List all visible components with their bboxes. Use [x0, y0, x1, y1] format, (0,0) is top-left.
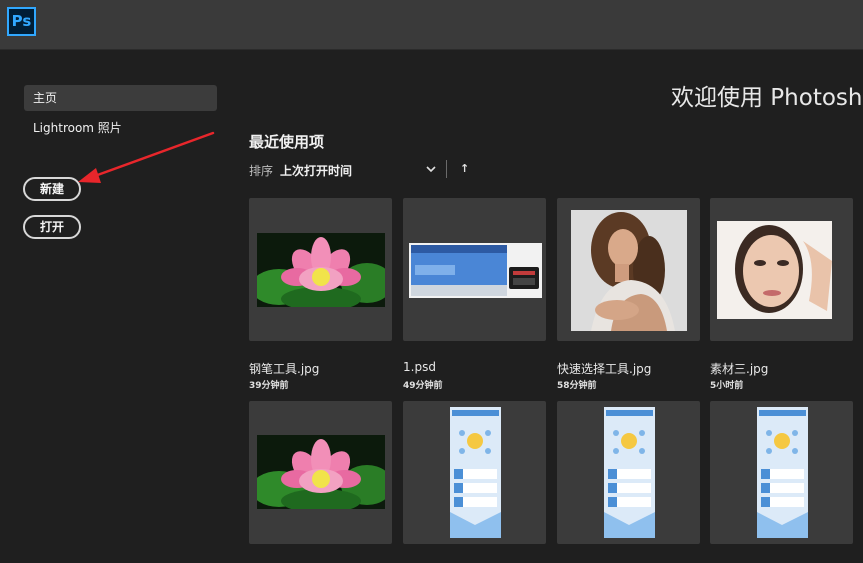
- screen-thumbnail: [409, 243, 542, 298]
- top-bar: Ps: [0, 0, 863, 50]
- sort-direction-arrow-icon[interactable]: ↑: [460, 162, 469, 175]
- welcome-heading: 欢迎使用 Photoshop: [671, 85, 863, 111]
- photoshop-logo: Ps: [7, 7, 36, 36]
- file-time: 5小时前: [710, 381, 744, 391]
- recent-file-tile[interactable]: [403, 198, 546, 341]
- file-name[interactable]: 钢笔工具.jpg: [249, 360, 319, 377]
- file-time: 49分钟前: [403, 381, 443, 391]
- infographic-thumbnail: [604, 407, 655, 538]
- lotus-thumbnail: [257, 435, 385, 509]
- sidebar-item-home[interactable]: 主页: [24, 85, 217, 111]
- infographic-thumbnail: [757, 407, 808, 538]
- recent-file-tile[interactable]: [403, 401, 546, 544]
- sort-divider: [446, 160, 447, 178]
- infographic-thumbnail: [450, 407, 501, 538]
- recent-file-tile[interactable]: [710, 401, 853, 544]
- file-name[interactable]: 快速选择工具.jpg: [557, 360, 651, 377]
- file-name[interactable]: 1.psd: [403, 360, 436, 374]
- new-button[interactable]: 新建: [23, 177, 81, 201]
- file-name[interactable]: 素材三.jpg: [710, 360, 768, 377]
- face-portrait-thumbnail: [717, 221, 832, 319]
- sort-dropdown[interactable]: 上次打开时间: [280, 162, 352, 179]
- open-button[interactable]: 打开: [23, 215, 81, 239]
- recent-file-tile[interactable]: [249, 198, 392, 341]
- recent-file-tile[interactable]: [557, 401, 700, 544]
- chevron-down-icon[interactable]: [426, 165, 436, 173]
- lotus-thumbnail: [257, 233, 385, 307]
- woman-portrait-thumbnail: [571, 210, 687, 331]
- sidebar-item-lightroom[interactable]: Lightroom 照片: [24, 115, 217, 141]
- recent-files-title: 最近使用项: [249, 133, 325, 151]
- recent-file-tile[interactable]: [710, 198, 853, 341]
- sort-label: 排序: [249, 164, 274, 178]
- file-time: 39分钟前: [249, 381, 289, 391]
- recent-file-tile[interactable]: [249, 401, 392, 544]
- recent-file-tile[interactable]: [557, 198, 700, 341]
- file-time: 58分钟前: [557, 381, 597, 391]
